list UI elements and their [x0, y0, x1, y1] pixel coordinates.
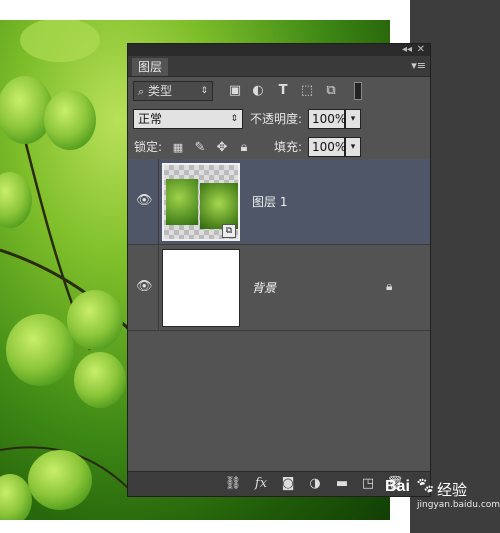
panel-menu-icon[interactable]: ▾≡: [411, 59, 426, 72]
layer-name[interactable]: 图层 1: [252, 193, 287, 210]
watermark-url: jingyan.baidu.com: [417, 500, 500, 510]
layer-name[interactable]: 背景: [252, 279, 276, 296]
search-icon: ⌕: [138, 85, 145, 98]
visibility-eye-icon[interactable]: 👁︎: [136, 279, 153, 295]
fill-input[interactable]: 100%: [308, 137, 346, 157]
fill-dropdown-button[interactable]: ▾: [345, 137, 361, 157]
new-layer-icon[interactable]: ◳: [359, 476, 377, 492]
lock-image-pixels-icon[interactable]: ✎: [192, 140, 208, 156]
link-layers-icon[interactable]: ⛓︎: [224, 476, 242, 492]
collapse-icon[interactable]: ◂◂: [402, 44, 412, 56]
layer-row[interactable]: 👁︎ ⧉ 图层 1: [128, 159, 430, 245]
thumb-image-right: [200, 183, 238, 229]
lock-all-icon[interactable]: 🔒︎: [236, 140, 252, 156]
panel-titlebar[interactable]: ◂◂ ✕: [128, 44, 430, 56]
filter-row: ⌕ 类型 ⇕ ▣ ◐ T ⬚ ⧉: [128, 77, 430, 105]
close-icon[interactable]: ✕: [417, 44, 425, 56]
chevron-updown-icon: ⇕: [230, 114, 238, 124]
fill-label: 填充:: [274, 140, 303, 154]
layer-thumbnail: ⧉: [162, 163, 240, 241]
opacity-dropdown-button[interactable]: ▾: [345, 109, 361, 129]
watermark-suffix: 经验: [437, 481, 468, 499]
layer-lock-icon: 🔒︎: [386, 279, 393, 293]
image-filter-icon[interactable]: ▣: [227, 83, 243, 99]
lock-fill-row: 锁定: ▦ ✎ ✥ 🔒︎ 填充: 100% ▾: [128, 133, 430, 161]
blend-mode-value: 正常: [138, 112, 163, 126]
thumb-image-left: [166, 179, 198, 225]
blend-mode-select[interactable]: 正常 ⇕: [133, 109, 243, 129]
folder-icon[interactable]: ▬: [333, 476, 351, 492]
panel-tab-row: 图层 ▾≡: [128, 56, 430, 77]
mask-icon[interactable]: ◙: [279, 476, 297, 492]
adjustment-layer-icon[interactable]: ◑: [306, 476, 324, 492]
layer-row[interactable]: 👁︎ 背景 🔒︎: [128, 245, 430, 331]
filter-toggle-switch[interactable]: [354, 82, 362, 100]
smart-object-filter-icon[interactable]: ⧉: [323, 83, 339, 99]
divider: [158, 159, 159, 245]
smart-object-badge-icon: ⧉: [222, 224, 236, 238]
watermark: Bai 🐾︎ 经验 jingyan.baidu.com: [385, 476, 500, 518]
visibility-eye-icon[interactable]: 👁︎: [136, 193, 153, 209]
layers-list: 👁︎ ⧉ 图层 1 👁︎ 背景 🔒︎: [128, 159, 430, 473]
opacity-input[interactable]: 100%: [308, 109, 346, 129]
lock-transparent-pixels-icon[interactable]: ▦: [170, 140, 186, 156]
shape-filter-icon[interactable]: ⬚: [299, 83, 315, 99]
divider: [158, 245, 159, 331]
blend-opacity-row: 正常 ⇕ 不透明度: 100% ▾: [128, 105, 430, 133]
layers-panel: ◂◂ ✕ 图层 ▾≡ ⌕ 类型 ⇕ ▣ ◐ T ⬚ ⧉ 正常 ⇕ 不透明度: 1…: [127, 43, 431, 497]
lock-position-icon[interactable]: ✥: [214, 140, 230, 156]
opacity-label: 不透明度:: [250, 112, 303, 126]
fx-icon[interactable]: fx: [252, 476, 270, 492]
layer-thumbnail: [162, 249, 240, 327]
watermark-brand: Bai: [385, 478, 410, 495]
chevron-updown-icon: ⇕: [200, 86, 208, 96]
type-filter-icon[interactable]: T: [275, 83, 291, 99]
tab-layers[interactable]: 图层: [132, 58, 169, 76]
adjustment-filter-icon[interactable]: ◐: [250, 83, 266, 99]
lock-label: 锁定:: [134, 140, 163, 154]
canvas-top-margin: [0, 0, 410, 20]
paw-logo-icon: 🐾︎: [415, 476, 436, 495]
filter-kind-label: 类型: [148, 84, 173, 98]
filter-kind-select[interactable]: ⌕ 类型 ⇕: [133, 81, 213, 101]
